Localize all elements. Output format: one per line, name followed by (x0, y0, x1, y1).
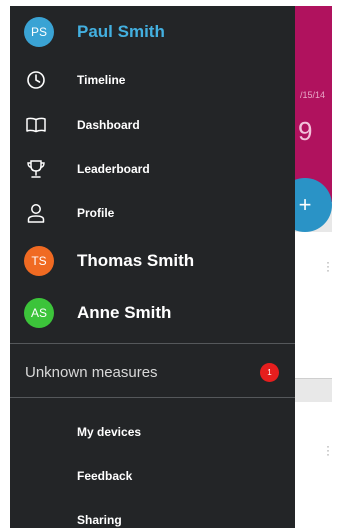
nav-item-feedback[interactable]: Feedback (10, 456, 295, 496)
book-icon (25, 114, 47, 136)
nav-item-label: Feedback (77, 469, 133, 483)
notification-badge: 1 (260, 363, 279, 382)
overflow-menu-icon[interactable]: · · · (326, 440, 330, 460)
avatar: PS (24, 17, 54, 47)
nav-item-label: Dashboard (77, 118, 140, 132)
unknown-measures-item[interactable]: Unknown measures 1 (10, 350, 295, 394)
unknown-measures-label: Unknown measures (25, 363, 158, 381)
nav-item-label: Timeline (77, 73, 126, 87)
nav-item-profile[interactable]: Profile (10, 191, 295, 235)
nav-item-label: Profile (77, 206, 115, 220)
nav-item-label: Leaderboard (77, 162, 150, 176)
overflow-menu-icon[interactable]: · · · (326, 256, 330, 276)
background-big-number: 9 (298, 116, 313, 146)
nav-item-timeline[interactable]: Timeline (10, 58, 295, 102)
avatar: AS (24, 298, 54, 328)
clock-icon (25, 69, 47, 91)
nav-item-my-devices[interactable]: My devices (10, 412, 295, 452)
nav-item-sharing[interactable]: Sharing (10, 500, 295, 528)
app-frame: /15/14 9 · · · · · · + PS Paul Smith Timelin… (10, 6, 332, 528)
person-icon (25, 202, 47, 224)
current-account[interactable]: PS Paul Smith (10, 8, 295, 56)
drawer-divider (10, 343, 295, 344)
drawer-divider (10, 397, 295, 398)
trophy-icon (25, 158, 47, 180)
account-switch-thomas-smith[interactable]: TS Thomas Smith (10, 237, 295, 285)
account-name: Anne Smith (77, 303, 172, 322)
nav-item-label: My devices (77, 425, 142, 439)
plus-icon: + (298, 192, 312, 217)
avatar: TS (24, 246, 54, 276)
account-switch-anne-smith[interactable]: AS Anne Smith (10, 289, 295, 337)
nav-item-dashboard[interactable]: Dashboard (10, 103, 295, 147)
account-name: Paul Smith (77, 22, 165, 41)
nav-item-label: Sharing (77, 513, 122, 527)
navigation-drawer: PS Paul Smith Timeline Dashboard Leaderb… (10, 6, 295, 528)
nav-item-leaderboard[interactable]: Leaderboard (10, 147, 295, 191)
background-date: /15/14 (300, 90, 326, 100)
account-name: Thomas Smith (77, 251, 195, 270)
